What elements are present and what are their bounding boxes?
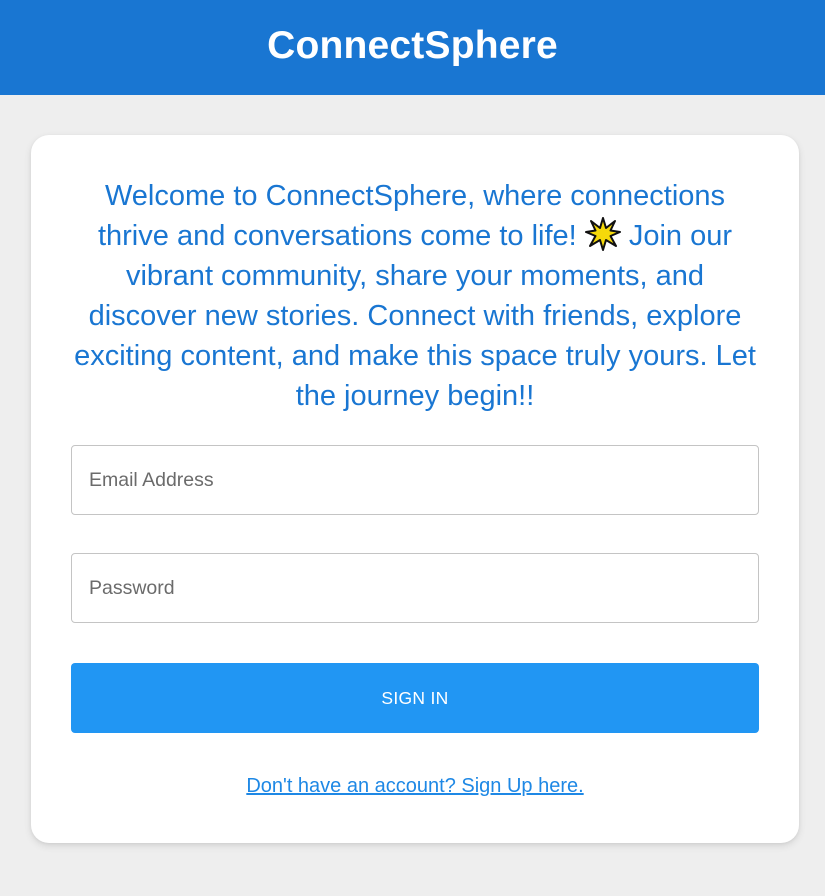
email-field[interactable] xyxy=(71,445,759,515)
welcome-message: Welcome to ConnectSphere, where connecti… xyxy=(71,176,759,416)
login-card: Welcome to ConnectSphere, where connecti… xyxy=(31,135,799,843)
app-header: ConnectSphere xyxy=(0,0,825,95)
app-title: ConnectSphere xyxy=(267,23,558,67)
sparkle-icon xyxy=(584,217,621,251)
password-field[interactable] xyxy=(71,553,759,623)
sign-in-button[interactable]: SIGN IN xyxy=(71,663,759,733)
sign-up-link[interactable]: Don't have an account? Sign Up here. xyxy=(31,775,799,798)
